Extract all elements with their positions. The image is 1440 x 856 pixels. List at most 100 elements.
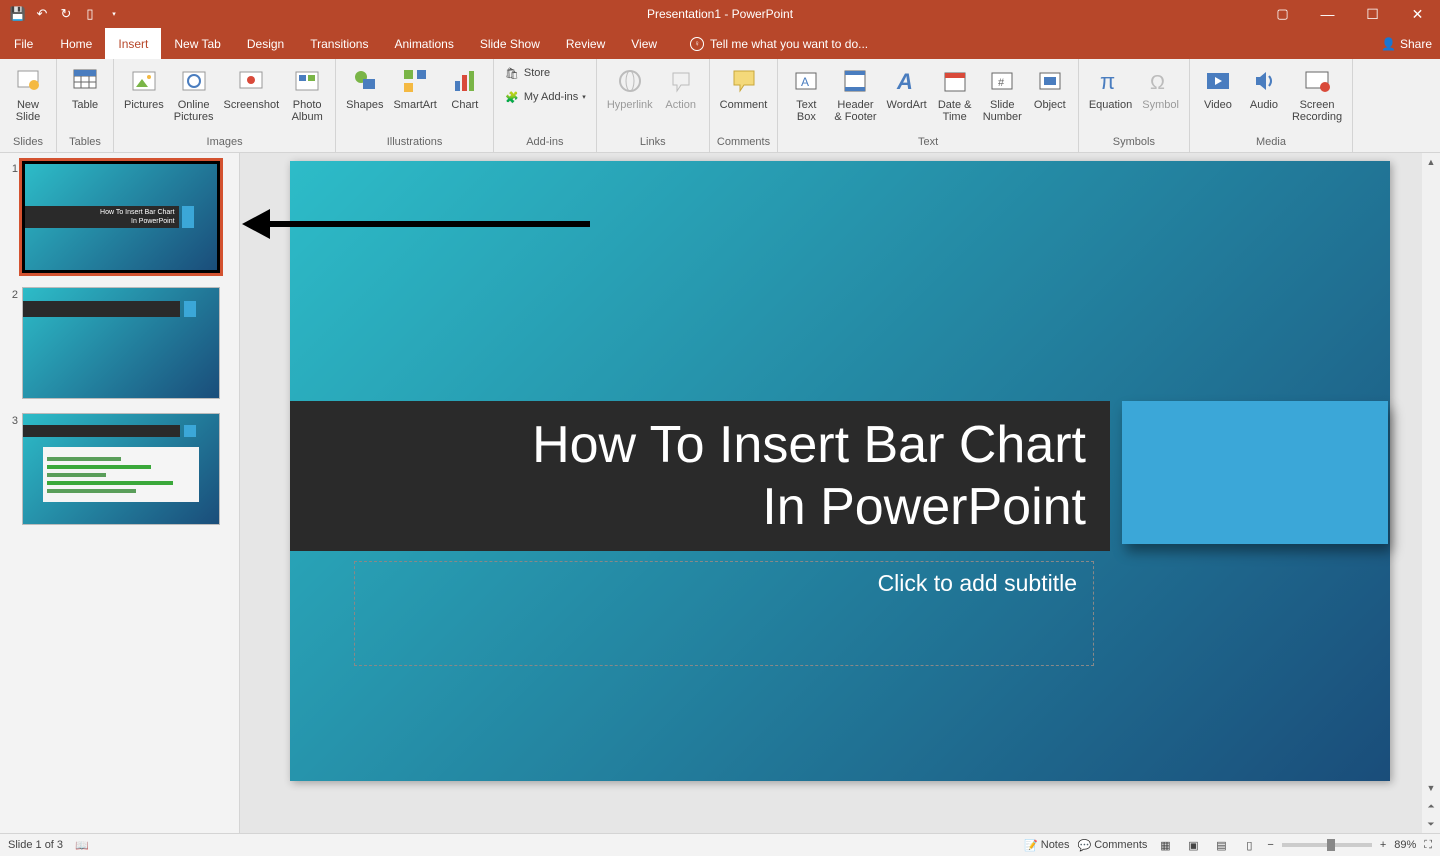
- svg-text:Ω: Ω: [1150, 72, 1165, 94]
- slide-thumbnail-panel[interactable]: 1 How To Insert Bar Chart In PowerPoint …: [0, 153, 240, 833]
- shapes-icon: [349, 65, 381, 97]
- reading-view-icon[interactable]: ▤: [1211, 837, 1231, 853]
- shapes-button[interactable]: Shapes: [342, 63, 387, 113]
- video-icon: [1202, 65, 1234, 97]
- zoom-level[interactable]: 89%: [1394, 839, 1416, 851]
- textbox-icon: A: [790, 65, 822, 97]
- prev-slide-icon[interactable]: ⏶: [1422, 797, 1440, 815]
- audio-button[interactable]: Audio: [1242, 63, 1286, 113]
- statusbar: Slide 1 of 3 📖 📝Notes 💬Comments ▦ ▣ ▤ ▯ …: [0, 833, 1440, 856]
- group-comments: Comment Comments: [710, 59, 779, 152]
- thumbnail-slide-2[interactable]: 2: [4, 287, 235, 399]
- smartart-icon: [399, 65, 431, 97]
- online-pictures-button[interactable]: Online Pictures: [170, 63, 218, 125]
- new-slide-icon: [12, 65, 44, 97]
- title-container[interactable]: How To Insert Bar Chart In PowerPoint: [290, 401, 1110, 551]
- notes-button[interactable]: 📝Notes: [1024, 839, 1069, 852]
- fit-to-window-icon[interactable]: ⛶: [1424, 839, 1432, 852]
- qat-dropdown-icon[interactable]: ▾: [106, 6, 122, 22]
- comments-icon: 💬: [1078, 839, 1092, 852]
- zoom-slider[interactable]: [1282, 843, 1372, 847]
- subtitle-placeholder[interactable]: Click to add subtitle: [354, 561, 1094, 666]
- slide-number-button[interactable]: # Slide Number: [979, 63, 1026, 125]
- svg-text:A: A: [896, 69, 913, 94]
- minimize-button[interactable]: —: [1305, 0, 1350, 28]
- tab-home[interactable]: Home: [47, 28, 105, 59]
- tab-transitions[interactable]: Transitions: [297, 28, 381, 59]
- spellcheck-icon[interactable]: 📖: [75, 839, 89, 852]
- normal-view-icon[interactable]: ▦: [1155, 837, 1175, 853]
- hyperlink-button[interactable]: Hyperlink: [603, 63, 657, 113]
- photo-album-button[interactable]: Photo Album: [285, 63, 329, 125]
- ribbon-tabs: File Home Insert New Tab Design Transiti…: [0, 28, 1440, 59]
- object-button[interactable]: Object: [1028, 63, 1072, 113]
- thumbnail-preview-2: [22, 287, 220, 399]
- group-links: Hyperlink Action Links: [597, 59, 710, 152]
- start-from-beginning-icon[interactable]: ▯: [82, 6, 98, 22]
- redo-icon[interactable]: ↻: [58, 6, 74, 22]
- smartart-button[interactable]: SmartArt: [389, 63, 440, 113]
- comment-button[interactable]: Comment: [716, 63, 772, 113]
- slide-counter[interactable]: Slide 1 of 3: [8, 839, 63, 851]
- next-slide-icon[interactable]: ⏷: [1422, 815, 1440, 833]
- tab-animations[interactable]: Animations: [381, 28, 466, 59]
- thumbnail-slide-1[interactable]: 1 How To Insert Bar Chart In PowerPoint: [4, 161, 235, 273]
- action-button[interactable]: Action: [659, 63, 703, 113]
- undo-icon[interactable]: ↶: [34, 6, 50, 22]
- ribbon: New Slide Slides Table Tables Pictures O…: [0, 59, 1440, 153]
- tab-slideshow[interactable]: Slide Show: [467, 28, 553, 59]
- comments-button[interactable]: 💬Comments: [1078, 839, 1148, 852]
- tab-file[interactable]: File: [0, 28, 47, 59]
- video-button[interactable]: Video: [1196, 63, 1240, 113]
- group-media: Video Audio Screen Recording Media: [1190, 59, 1353, 152]
- maximize-button[interactable]: ☐: [1350, 0, 1395, 28]
- equation-button[interactable]: π Equation: [1085, 63, 1136, 113]
- thumbnail-slide-3[interactable]: 3: [4, 413, 235, 525]
- tell-me-search[interactable]: ♀ Tell me what you want to do...: [690, 28, 868, 59]
- screenshot-button[interactable]: Screenshot: [220, 63, 284, 113]
- scroll-up-icon[interactable]: ▲: [1422, 153, 1440, 171]
- tab-design[interactable]: Design: [234, 28, 297, 59]
- workspace: 1 How To Insert Bar Chart In PowerPoint …: [0, 153, 1440, 833]
- tab-review[interactable]: Review: [553, 28, 618, 59]
- new-slide-button[interactable]: New Slide: [6, 63, 50, 125]
- thumbnail-preview-3: [22, 413, 220, 525]
- slide-editor-area[interactable]: How To Insert Bar Chart In PowerPoint Cl…: [240, 153, 1440, 833]
- tab-insert[interactable]: Insert: [105, 28, 161, 59]
- share-button[interactable]: 👤 Share: [1381, 28, 1432, 59]
- chevron-down-icon: ▾: [582, 93, 586, 101]
- slide-title[interactable]: How To Insert Bar Chart In PowerPoint: [532, 414, 1086, 538]
- table-button[interactable]: Table: [63, 63, 107, 113]
- scroll-down-icon[interactable]: ▼: [1422, 779, 1440, 797]
- window-title: Presentation1 - PowerPoint: [647, 7, 793, 21]
- tab-view[interactable]: View: [618, 28, 670, 59]
- comment-icon: [728, 65, 760, 97]
- wordart-button[interactable]: A WordArt: [883, 63, 931, 113]
- audio-icon: [1248, 65, 1280, 97]
- screen-recording-button[interactable]: Screen Recording: [1288, 63, 1346, 125]
- symbol-button[interactable]: Ω Symbol: [1138, 63, 1183, 113]
- svg-text:A: A: [801, 75, 809, 89]
- ribbon-display-options-icon[interactable]: ▢: [1260, 0, 1305, 28]
- store-button[interactable]: 🛍 Store: [500, 63, 590, 83]
- header-footer-button[interactable]: Header & Footer: [830, 63, 880, 125]
- slide-sorter-icon[interactable]: ▣: [1183, 837, 1203, 853]
- my-addins-button[interactable]: 🧩 My Add-ins ▾: [500, 87, 590, 107]
- photo-album-icon: [291, 65, 323, 97]
- date-time-button[interactable]: Date & Time: [933, 63, 977, 125]
- group-images: Pictures Online Pictures Screenshot Phot…: [114, 59, 336, 152]
- chart-button[interactable]: Chart: [443, 63, 487, 113]
- main-slide[interactable]: How To Insert Bar Chart In PowerPoint Cl…: [290, 161, 1390, 781]
- pictures-button[interactable]: Pictures: [120, 63, 168, 113]
- zoom-in-button[interactable]: +: [1380, 839, 1386, 851]
- close-button[interactable]: ✕: [1395, 0, 1440, 28]
- tab-newtab[interactable]: New Tab: [161, 28, 233, 59]
- textbox-button[interactable]: A Text Box: [784, 63, 828, 125]
- zoom-out-button[interactable]: −: [1267, 839, 1273, 851]
- group-slides: New Slide Slides: [0, 59, 57, 152]
- vertical-scrollbar[interactable]: ▲ ▼ ⏶ ⏷: [1422, 153, 1440, 833]
- tell-me-placeholder: Tell me what you want to do...: [710, 37, 868, 51]
- group-addins: 🛍 Store 🧩 My Add-ins ▾ Add-ins: [494, 59, 597, 152]
- slideshow-view-icon[interactable]: ▯: [1239, 837, 1259, 853]
- save-icon[interactable]: 💾: [10, 6, 26, 22]
